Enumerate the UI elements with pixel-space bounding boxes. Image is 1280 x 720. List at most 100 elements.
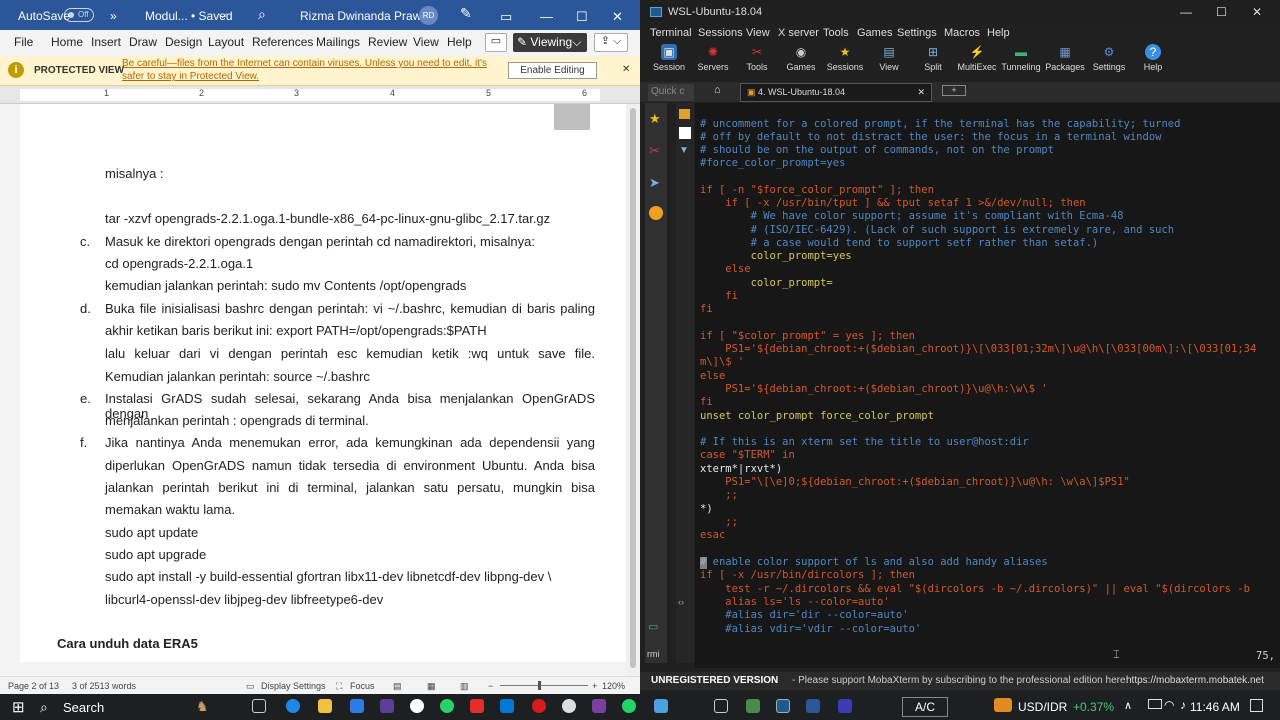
bluetooth-icon[interactable] (350, 699, 364, 713)
home-icon[interactable]: ⌂ (714, 84, 721, 96)
tab-file[interactable]: File (14, 35, 33, 49)
web-layout-icon[interactable]: ▥ (460, 681, 469, 692)
mail-icon[interactable] (838, 699, 852, 713)
onenote-icon[interactable] (592, 699, 606, 713)
close-icon[interactable]: ✕ (622, 64, 630, 75)
minimize-button[interactable]: — (1180, 5, 1192, 19)
menu-terminal[interactable]: Terminal (650, 27, 692, 39)
protected-view-message[interactable]: Be careful—files from the Internet can c… (122, 58, 487, 69)
zoom-slider[interactable] (500, 685, 588, 686)
focus-icon[interactable]: ⛶ (336, 681, 342, 692)
tab-references[interactable]: References (252, 35, 313, 49)
tab-home[interactable]: Home (51, 35, 83, 49)
protected-view-message-2[interactable]: safer to stay in Protected View. (122, 71, 259, 82)
chrome-profile-icon[interactable] (410, 699, 424, 713)
whatsapp-icon[interactable] (440, 699, 454, 713)
word-taskbar-icon[interactable] (806, 699, 820, 713)
teams-icon[interactable] (380, 699, 394, 713)
send-icon[interactable]: ➤ (649, 175, 660, 191)
stock-change[interactable]: +0.37% (1073, 700, 1114, 714)
chevron-down-icon[interactable]: ▼ (679, 145, 689, 156)
menu-games[interactable]: Games (857, 27, 892, 39)
search-icon[interactable]: ⌕ (258, 6, 266, 23)
word-count[interactable]: 3 of 2513 words (72, 681, 136, 691)
more-commands-icon[interactable]: » (110, 9, 117, 23)
share-icon[interactable]: ⇪ ⌵ (594, 33, 628, 52)
professional-link[interactable]: https://mobaxterm.mobatek.net (1126, 675, 1264, 686)
menu-xserver[interactable]: X server (778, 27, 819, 39)
tab-view[interactable]: View (413, 35, 439, 49)
tab-close-icon[interactable]: ✕ (917, 87, 925, 98)
menu-settings[interactable]: Settings (897, 27, 937, 39)
autosave-toggle[interactable]: Off (64, 8, 94, 22)
youtube-icon[interactable] (470, 699, 484, 713)
new-tab-button[interactable]: + (942, 85, 966, 96)
whatsapp-web-icon[interactable] (622, 699, 636, 713)
menu-macros[interactable]: Macros (944, 27, 980, 39)
macro-icon[interactable] (649, 206, 663, 220)
tool-help[interactable]: ? Help (1126, 42, 1180, 72)
menu-help[interactable]: Help (987, 27, 1010, 39)
collapse-icon[interactable]: ‹› (678, 597, 684, 607)
tools-icon[interactable]: ✂ (649, 143, 660, 159)
close-button[interactable]: ✕ (612, 9, 623, 25)
display-settings-icon[interactable]: ▭ (246, 681, 255, 692)
stock-ticker[interactable]: USD/IDR (1018, 700, 1067, 714)
taskbar-search[interactable]: Search (63, 700, 104, 715)
zoom-slider-thumb[interactable] (538, 681, 541, 690)
star-icon[interactable]: ★ (649, 111, 661, 127)
tab-insert[interactable]: Insert (91, 35, 121, 49)
quick-connect-input[interactable]: Quick c (648, 84, 694, 101)
scroll-thumb[interactable] (630, 108, 636, 668)
minimize-button[interactable]: — (540, 9, 553, 24)
zoom-in-icon[interactable]: + (592, 681, 597, 691)
chevron-up-icon[interactable]: ∧ (1124, 699, 1132, 712)
clock-time[interactable]: 11:46 AM (1190, 700, 1240, 714)
maximize-button[interactable]: ☐ (1216, 5, 1227, 19)
tab-review[interactable]: Review (368, 35, 407, 49)
tab-draw[interactable]: Draw (129, 35, 157, 49)
terminal-view[interactable]: # uncomment for a colored prompt, if the… (695, 103, 1280, 668)
read-mode-icon[interactable]: ▤ (393, 681, 402, 692)
enable-editing-button[interactable]: Enable Editing (508, 62, 597, 79)
chrome-icon[interactable] (562, 699, 576, 713)
calculator-icon[interactable] (714, 699, 728, 713)
edge-icon[interactable] (286, 699, 300, 713)
ribbon-display-icon[interactable]: ▭ (500, 9, 512, 25)
ac-indicator[interactable]: A/C (902, 697, 948, 717)
close-button[interactable]: ✕ (1252, 5, 1262, 19)
ruler[interactable]: 1 2 3 4 5 6 (0, 86, 640, 104)
menu-view[interactable]: View (746, 27, 770, 39)
wifi-icon[interactable]: ◠ (1164, 698, 1174, 712)
file-explorer-icon[interactable] (318, 699, 332, 713)
windows-start-icon[interactable]: ⊞ (12, 698, 25, 716)
menu-tools[interactable]: Tools (823, 27, 849, 39)
zoom-out-icon[interactable]: − (488, 681, 493, 691)
tab-layout[interactable]: Layout (208, 35, 244, 49)
tab-wsl-ubuntu[interactable]: ▣ 4. WSL-Ubuntu-18.04 ✕ (740, 83, 932, 102)
search-icon[interactable]: ⌕ (40, 699, 48, 716)
focus-mode[interactable]: Focus (350, 681, 375, 691)
display-settings[interactable]: Display Settings (261, 681, 326, 691)
maximize-button[interactable]: ☐ (576, 9, 588, 25)
media-player-icon[interactable] (532, 699, 546, 713)
battery-icon[interactable] (1148, 699, 1162, 709)
app-icon[interactable] (746, 699, 760, 713)
mobaxterm-taskbar-icon[interactable] (776, 699, 790, 713)
zoom-level[interactable]: 120% (602, 681, 625, 691)
avatar[interactable]: RD (419, 6, 438, 25)
print-layout-icon[interactable]: ▦ (427, 681, 436, 692)
pen-icon[interactable]: ✎ (460, 5, 472, 22)
tab-help[interactable]: Help (447, 35, 472, 49)
notifications-icon[interactable] (1250, 699, 1263, 712)
volume-icon[interactable]: ♪ (1180, 698, 1186, 712)
comments-icon[interactable]: ▭ (485, 33, 507, 52)
vertical-scrollbar[interactable] (626, 104, 640, 676)
file-icon[interactable] (679, 127, 691, 139)
folder-icon[interactable] (679, 109, 690, 119)
menu-sessions[interactable]: Sessions (698, 27, 743, 39)
page-indicator[interactable]: Page 2 of 13 (8, 681, 59, 691)
user-name[interactable]: Rizma Dwinanda Prawira (300, 9, 435, 23)
viewing-mode-button[interactable]: ✎ Viewing⌵ (513, 33, 587, 52)
document-page[interactable]: misalnya : tar -xzvf opengrads-2.2.1.oga… (20, 104, 626, 662)
